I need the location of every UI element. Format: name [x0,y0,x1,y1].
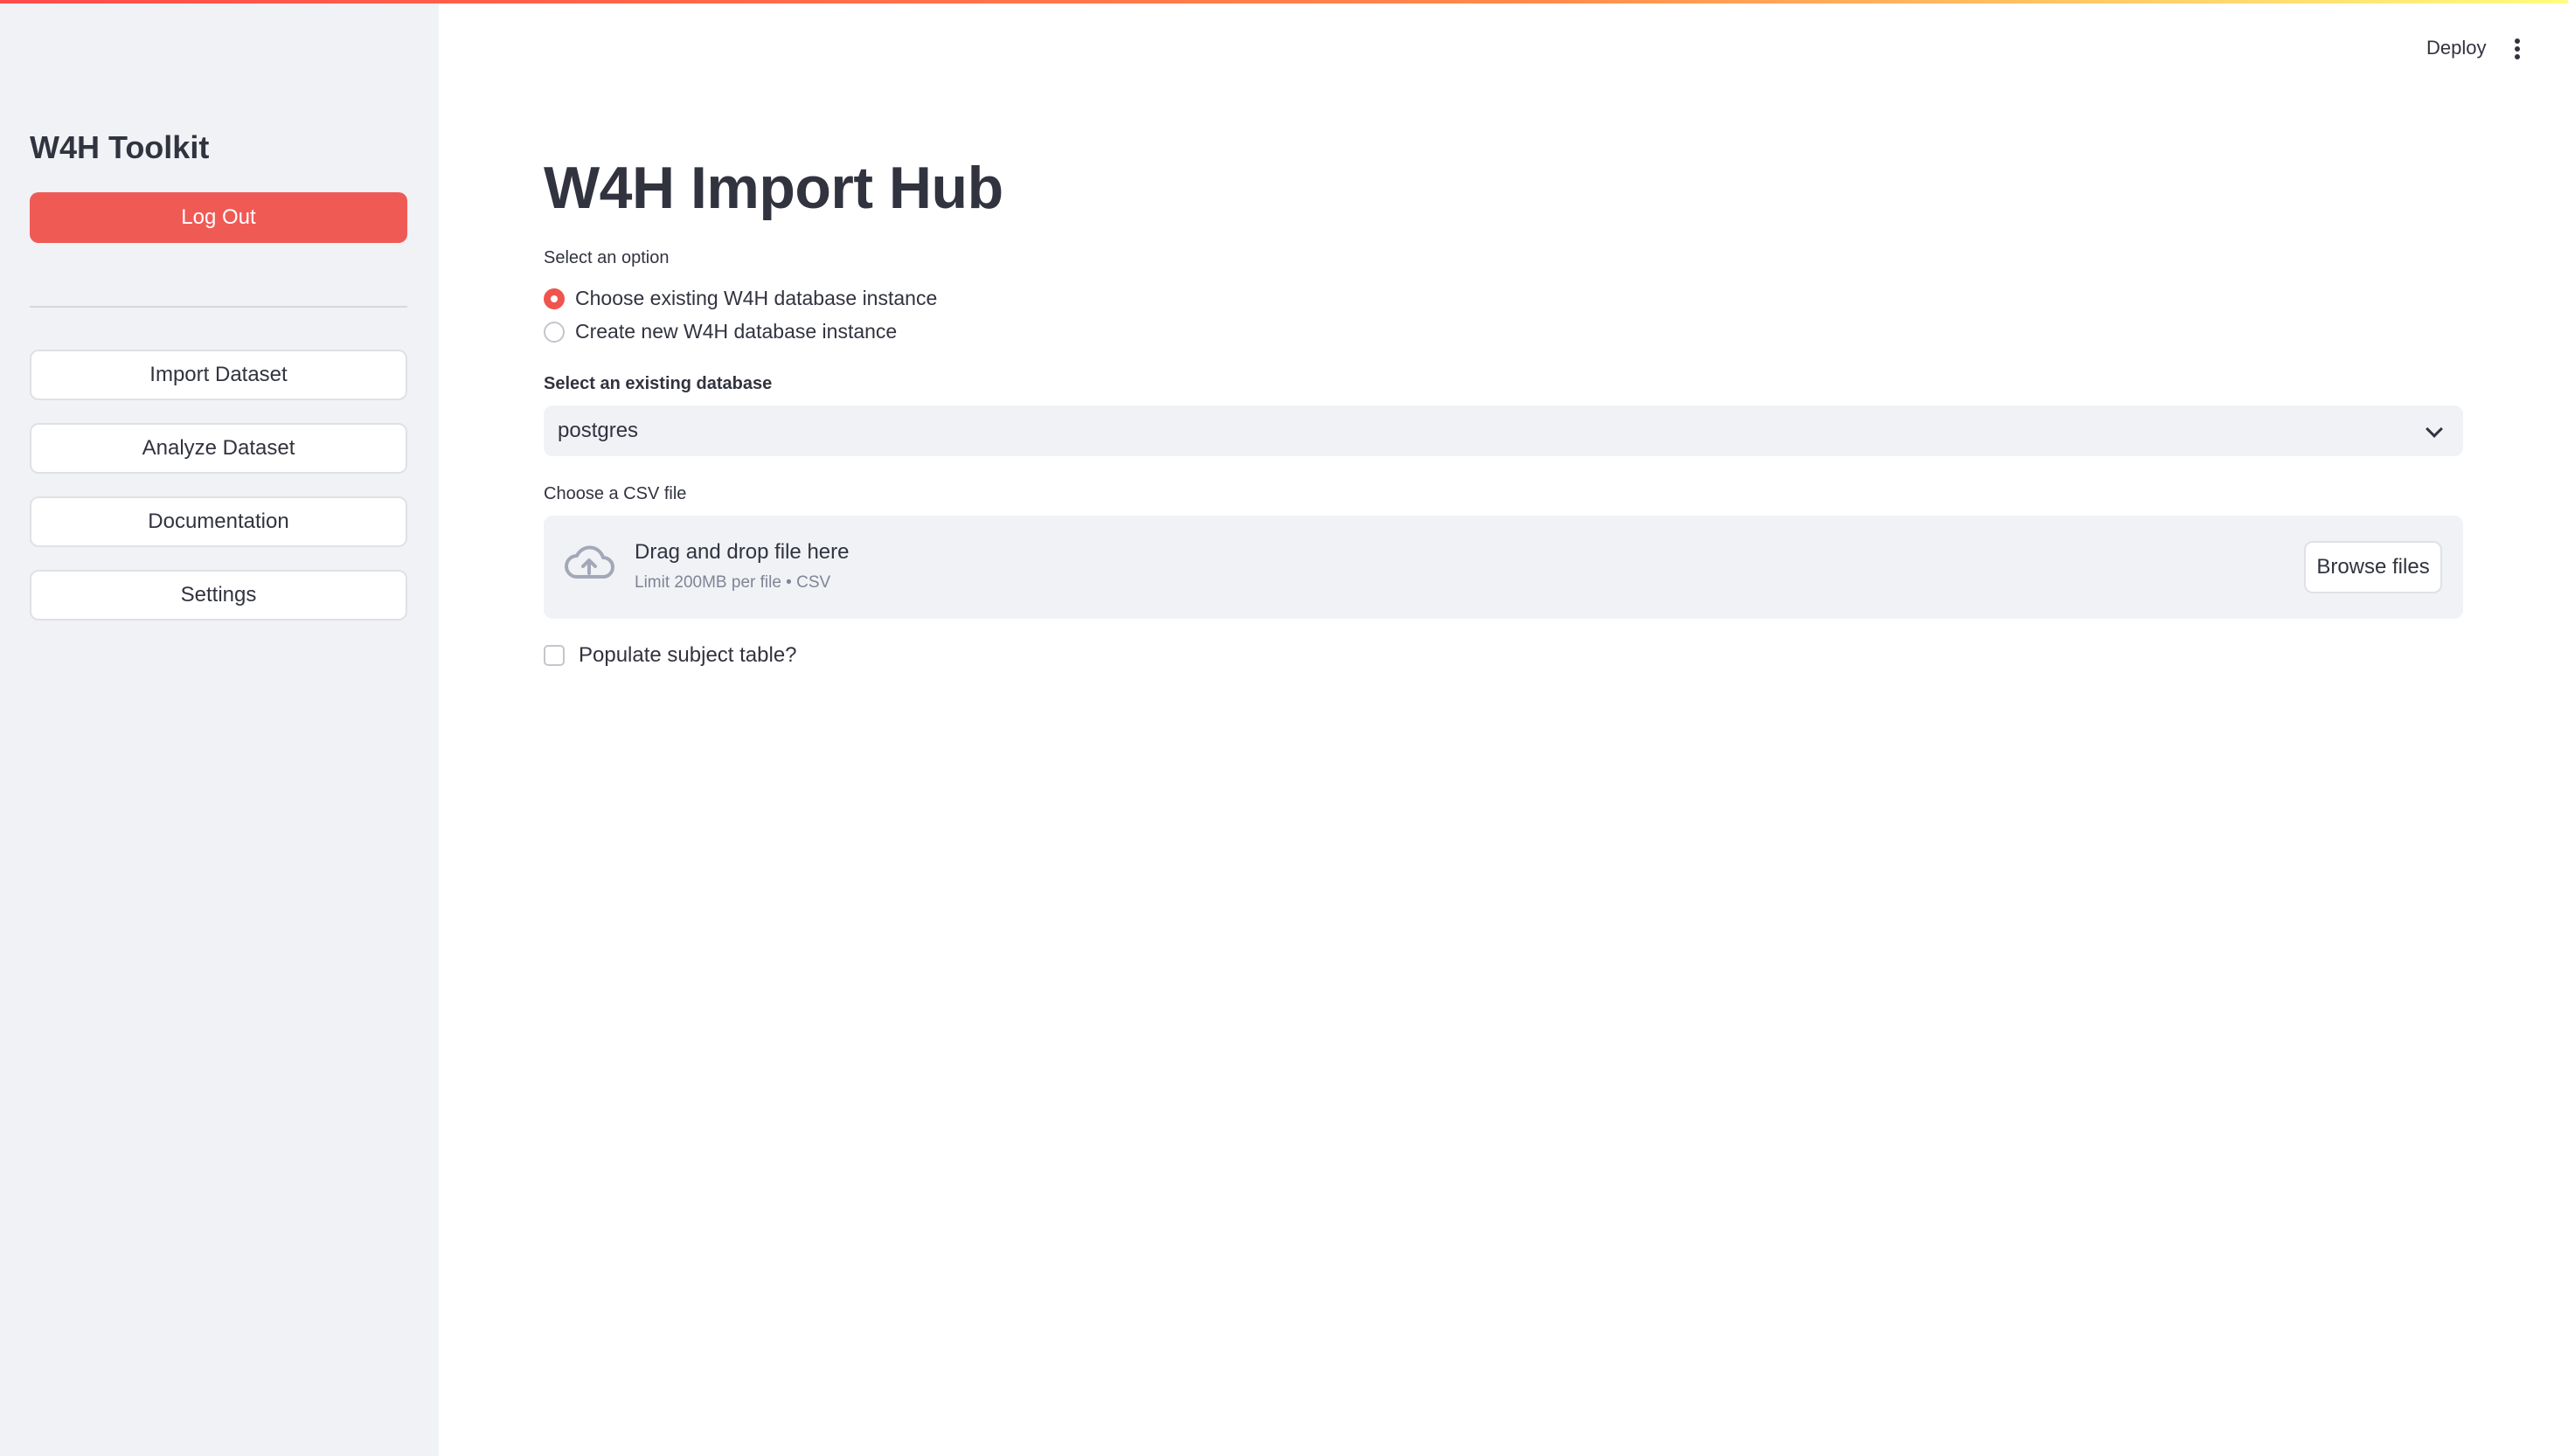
import-dataset-button[interactable]: Import Dataset [30,350,407,400]
browse-files-button[interactable]: Browse files [2304,541,2442,593]
populate-subject-checkbox-row[interactable]: Populate subject table? [544,643,797,668]
file-dropzone[interactable]: Drag and drop file here Limit 200MB per … [544,516,2463,619]
csv-file-label: Choose a CSV file [544,484,687,503]
radio-option-label: Choose existing W4H database instance [575,287,938,309]
cloud-upload-icon [565,545,614,579]
radio-checked-icon[interactable] [544,288,565,309]
radio-unchecked-icon[interactable] [544,321,565,343]
sidebar-title: W4H Toolkit [30,129,210,165]
vertical-ellipsis-icon[interactable] [2509,35,2526,63]
sidebar: W4H Toolkit Log Out Import Dataset Analy… [0,0,439,1456]
option-label: Select an option [544,248,670,267]
settings-button[interactable]: Settings [30,570,407,621]
analyze-dataset-button[interactable]: Analyze Dataset [30,423,407,474]
page-title: W4H Import Hub [544,155,1003,221]
radio-option-new[interactable]: Create new W4H database instance [544,320,897,343]
radio-option-label: Create new W4H database instance [575,320,898,343]
logout-button[interactable]: Log Out [30,192,407,243]
dropzone-subtitle: Limit 200MB per file • CSV [635,573,831,592]
chevron-down-icon [2426,420,2443,438]
database-select-label: Select an existing database [544,374,773,393]
database-select-value: postgres [558,419,639,442]
checkbox-icon[interactable] [544,645,565,666]
documentation-button[interactable]: Documentation [30,496,407,547]
populate-subject-label: Populate subject table? [579,643,797,667]
radio-option-existing[interactable]: Choose existing W4H database instance [544,287,937,310]
deploy-button[interactable]: Deploy [2426,37,2486,59]
dropzone-title: Drag and drop file here [635,540,850,564]
sidebar-divider [30,306,407,308]
database-select[interactable]: postgres [544,406,2463,456]
top-accent-bar [0,0,2568,3]
